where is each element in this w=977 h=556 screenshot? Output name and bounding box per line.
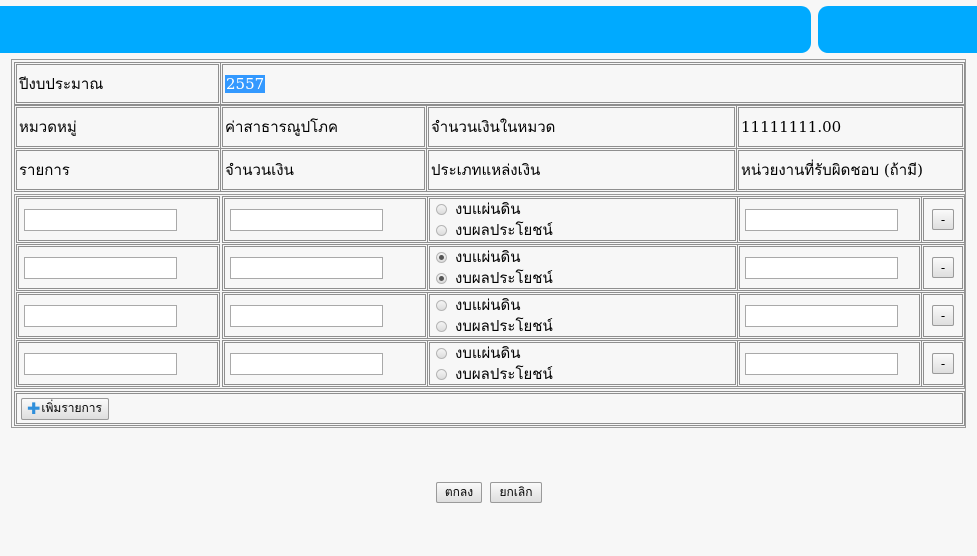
fiscal-year-value-cell: 2557 [220, 62, 965, 105]
category-amount-value-cell: 11111111.00 [736, 105, 965, 149]
row1-funding-cell: งบแผ่นดิน งบผลประโยชน์ [427, 196, 738, 243]
row1-option-benefit-budget: งบผลประโยชน์ [455, 221, 553, 239]
row4-funding-cell: งบแผ่นดิน งบผลประโยชน์ [427, 340, 738, 387]
row3-unit-cell [737, 292, 922, 339]
header-bar [0, 6, 811, 53]
row1-unit-input[interactable] [745, 208, 898, 231]
row1-amount-input[interactable] [230, 208, 383, 231]
row3-option-benefit-budget: งบผลประโยชน์ [455, 317, 553, 335]
row3-remove-button[interactable]: - [932, 305, 954, 326]
add-item-label: เพิ่มรายการ [41, 401, 102, 415]
row3-amount-cell [222, 292, 428, 339]
row2-amount-cell [222, 244, 428, 291]
row1-radio-benefit-budget[interactable] [436, 224, 447, 236]
row4-radio-land-budget[interactable] [436, 347, 447, 359]
cancel-button[interactable]: ยกเลิก [490, 482, 542, 503]
col-amount-label: จำนวนเงิน [225, 161, 294, 179]
category-value: ค่าสาธารณูปโภค [225, 118, 339, 136]
row4-radio-benefit-budget[interactable] [436, 368, 447, 380]
row2-item-cell [16, 244, 220, 291]
row1-remove-cell: - [921, 196, 965, 243]
category-label: หมวดหมู่ [19, 118, 77, 136]
row2-item-input[interactable] [24, 256, 177, 279]
category-label-cell: หมวดหมู่ [14, 105, 221, 149]
row2-amount-input[interactable] [230, 256, 383, 279]
fiscal-year-label-cell: ปีงบประมาณ [14, 62, 221, 105]
fiscal-year-label: ปีงบประมาณ [19, 74, 104, 93]
row4-option-benefit-budget: งบผลประโยชน์ [455, 365, 553, 383]
row3-funding-cell: งบแผ่นดิน งบผลประโยชน์ [427, 292, 738, 339]
row2-unit-input[interactable] [745, 256, 898, 279]
row4-item-cell [16, 340, 220, 387]
add-item-cell: ✚ เพิ่มรายการ [14, 391, 965, 426]
col-amount-header: จำนวนเงิน [220, 148, 427, 192]
row3-remove-cell: - [921, 292, 965, 339]
row4-unit-cell [737, 340, 922, 387]
add-item-button[interactable]: ✚ เพิ่มรายการ [21, 397, 109, 420]
col-item-label: รายการ [19, 161, 70, 179]
row1-item-cell [16, 196, 220, 243]
row3-amount-input[interactable] [230, 304, 383, 327]
row4-remove-cell: - [921, 340, 965, 387]
row1-remove-button[interactable]: - [932, 209, 954, 230]
row4-item-input[interactable] [24, 352, 177, 375]
row3-radio-benefit-budget[interactable] [436, 320, 447, 332]
row3-unit-input[interactable] [745, 304, 898, 327]
row2-radio-land-budget[interactable] [436, 251, 447, 263]
row2-remove-cell: - [921, 244, 965, 291]
row1-radio-land-budget[interactable] [436, 203, 447, 215]
ok-button[interactable]: ตกลง [436, 482, 482, 503]
row4-unit-input[interactable] [745, 352, 898, 375]
row2-option-benefit-budget: งบผลประโยชน์ [455, 269, 553, 287]
row2-unit-cell [737, 244, 922, 291]
row3-radio-land-budget[interactable] [436, 299, 447, 311]
plus-icon: ✚ [27, 398, 41, 418]
col-funding-type-label: ประเภทแหล่งเงิน [431, 161, 541, 179]
category-amount-label-cell: จำนวนเงินในหมวด [426, 105, 737, 149]
row3-item-input[interactable] [24, 304, 177, 327]
category-value-cell: ค่าสาธารณูปโภค [220, 105, 427, 149]
col-responsible-unit-label: หน่วยงานที่รับผิดชอบ (ถ้ามี) [741, 161, 923, 179]
row2-funding-cell: งบแผ่นดิน งบผลประโยชน์ [427, 244, 738, 291]
row1-item-input[interactable] [24, 208, 177, 231]
row1-amount-cell [222, 196, 428, 243]
fiscal-year-value[interactable]: 2557 [225, 74, 266, 93]
category-amount-label: จำนวนเงินในหมวด [431, 118, 556, 136]
header-bar-right [818, 6, 977, 53]
row2-radio-benefit-budget[interactable] [436, 272, 447, 284]
col-funding-type-header: ประเภทแหล่งเงิน [426, 148, 737, 192]
budget-form: ปีงบประมาณ 2557 หมวดหมู่ ค่าสาธารณูปโภค … [11, 59, 966, 428]
col-item-header: รายการ [14, 148, 221, 192]
row4-remove-button[interactable]: - [932, 353, 954, 374]
category-amount-value: 11111111.00 [741, 118, 842, 136]
row4-amount-input[interactable] [230, 352, 383, 375]
col-responsible-unit-header: หน่วยงานที่รับผิดชอบ (ถ้ามี) [736, 148, 965, 192]
row4-amount-cell [222, 340, 428, 387]
row2-remove-button[interactable]: - [932, 257, 954, 278]
row1-unit-cell [737, 196, 922, 243]
row3-item-cell [16, 292, 220, 339]
